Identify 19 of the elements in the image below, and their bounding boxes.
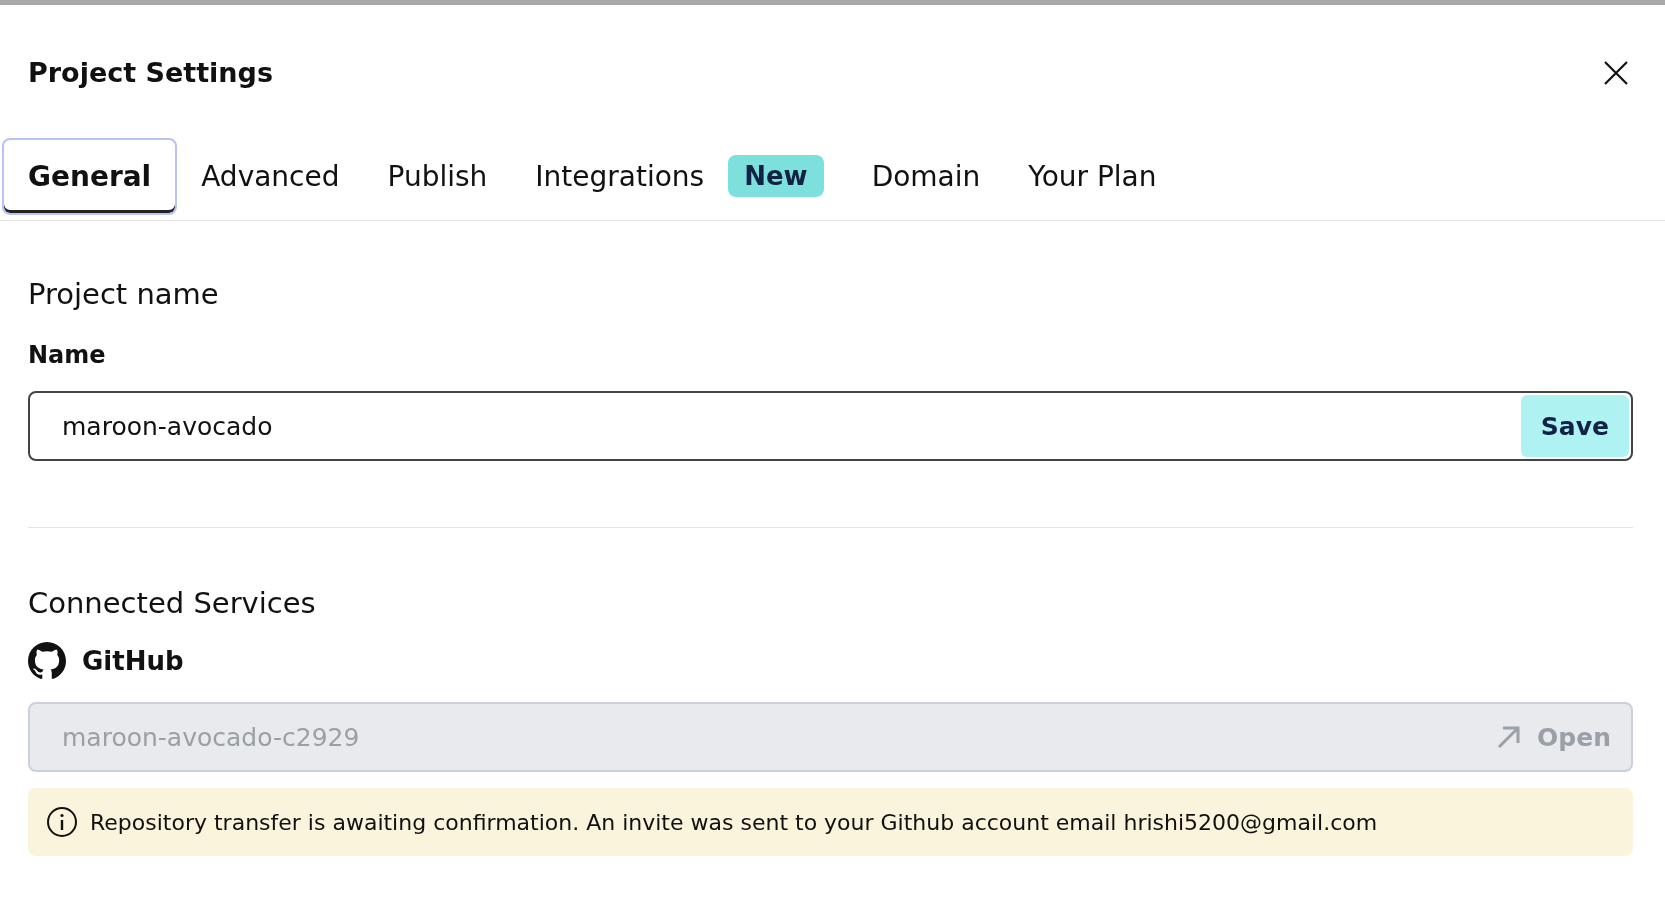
close-icon (1603, 59, 1629, 86)
info-icon (46, 806, 78, 838)
field-label: Name (28, 341, 107, 369)
section-heading: Project name (28, 277, 220, 311)
tab[interactable]: Domain (847, 139, 1005, 213)
notice-text: Repository transfer is awaiting confirmation. An invite was sent to your Github account email hrishi5200@gmail.com (90, 809, 1378, 835)
name-input-field[interactable]: maroon-avocado Save (28, 391, 1633, 461)
new-badge: New (728, 155, 824, 197)
save-button[interactable]: Save (1520, 395, 1629, 457)
tab[interactable]: General (2, 137, 178, 215)
service-name: GitHub (82, 646, 184, 676)
close-button[interactable] (1603, 59, 1629, 86)
section-heading: Connected Services (28, 586, 317, 620)
dialog-title: Project Settings (28, 57, 273, 88)
tab[interactable]: Integrations (511, 139, 729, 213)
github-cat-icon (28, 642, 66, 680)
tab[interactable]: Your Plan (1004, 139, 1181, 213)
tab[interactable]: Advanced (177, 139, 364, 213)
tab[interactable]: Publish (363, 139, 512, 213)
